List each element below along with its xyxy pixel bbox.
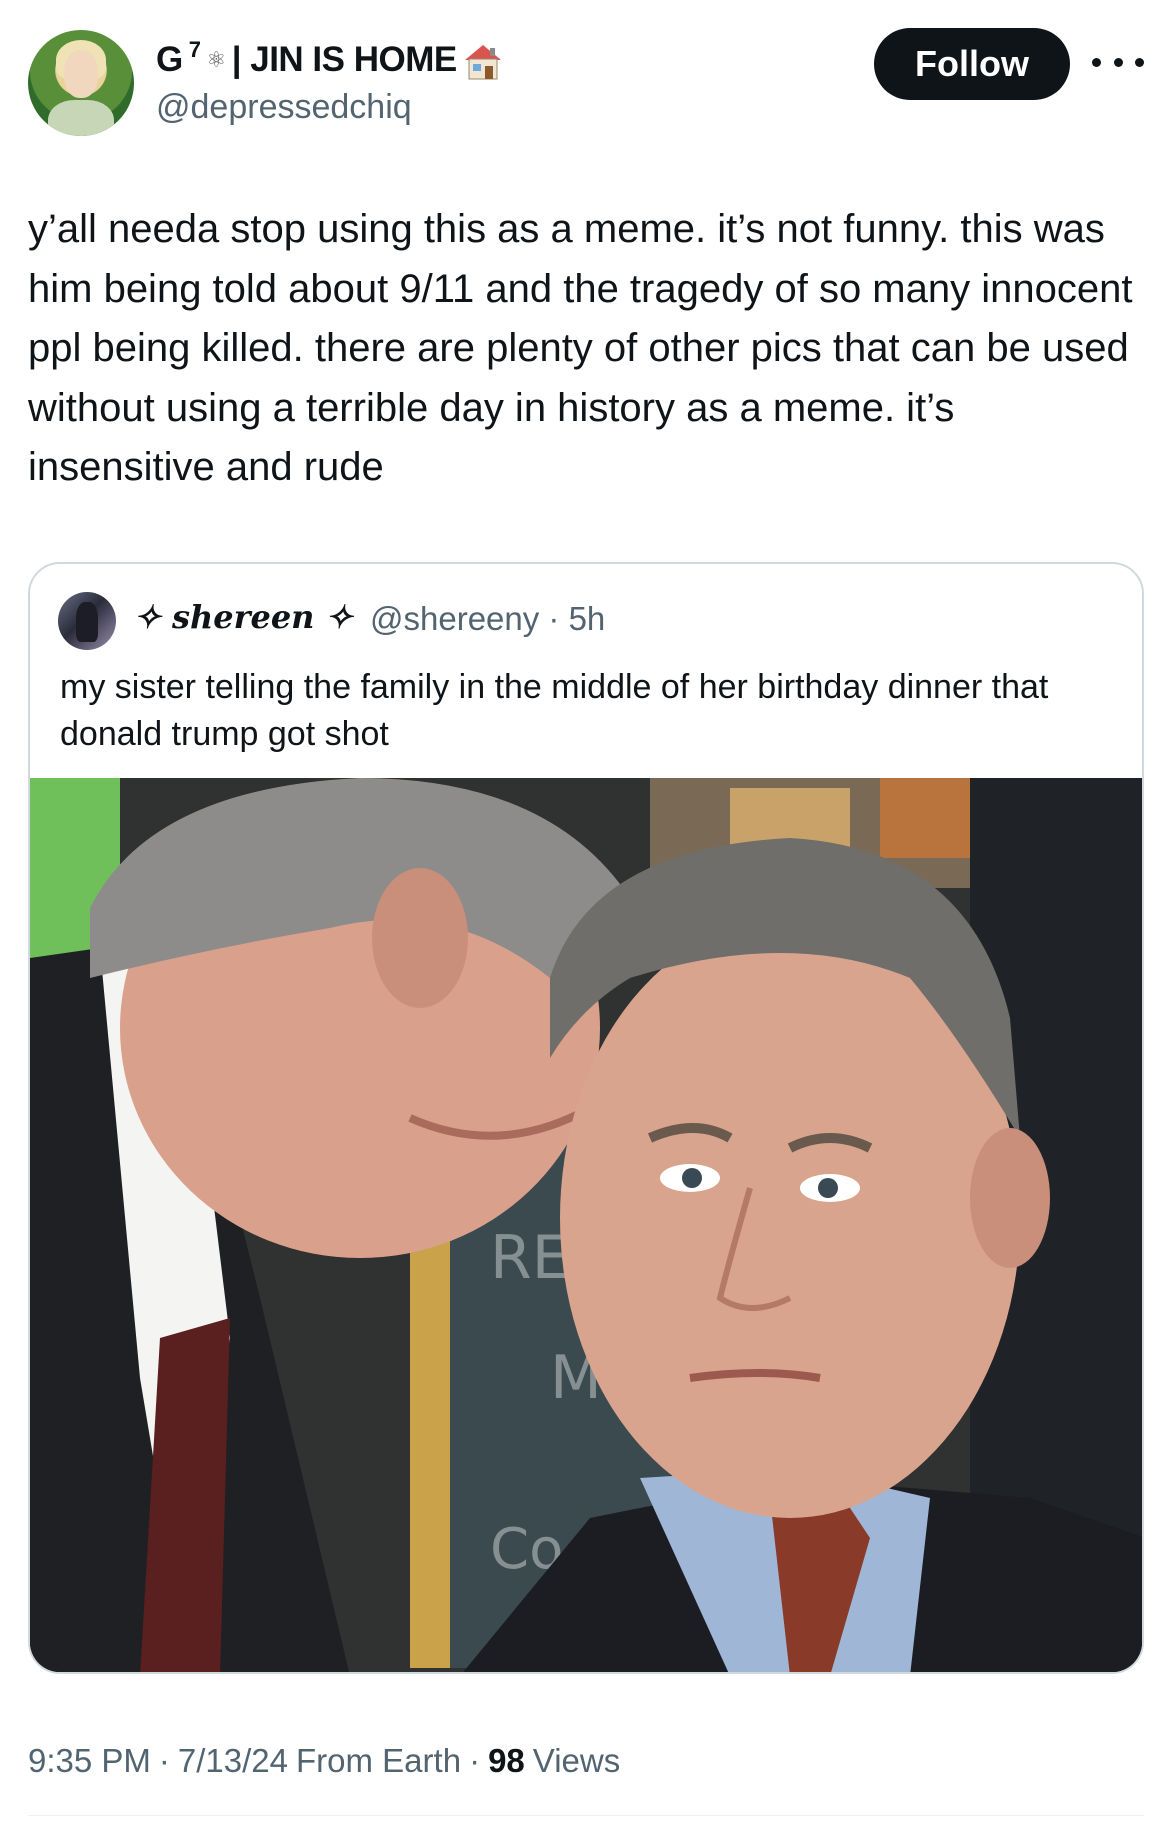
meta-separator: ·	[469, 1742, 481, 1779]
more-icon[interactable]	[1092, 44, 1144, 80]
views-label: Views	[532, 1742, 621, 1779]
tweet-source: From Earth	[296, 1742, 462, 1779]
more-dot	[1092, 57, 1101, 67]
tweet-text: y’all needa stop using this as a meme. i…	[28, 207, 1144, 489]
atom-icon: ⚛	[206, 47, 226, 72]
avatar-face	[64, 50, 98, 98]
quoted-tweet-text: my sister telling the family in the midd…	[60, 668, 1049, 753]
tweet-header: G 7 ⚛ | JIN IS HOME @depressedchiq Follo…	[0, 0, 1170, 150]
quoted-author-handle-time[interactable]: @shereeny · 5h	[370, 600, 605, 638]
author-superscript: 7	[188, 37, 201, 62]
author-avatar[interactable]	[28, 30, 134, 136]
more-dot	[1135, 57, 1144, 67]
quoted-author-avatar[interactable]	[58, 592, 116, 650]
house-icon	[463, 42, 503, 82]
author-display-name[interactable]: G 7 ⚛ | JIN IS HOME	[156, 37, 503, 82]
author-name: G	[156, 40, 183, 79]
quoted-tweet[interactable]: ✧ shereen ✧ @shereeny · 5h my sister tel…	[28, 562, 1144, 1674]
board-text-1: RE	[490, 1223, 570, 1293]
author-handle[interactable]: @depressedchiq	[156, 88, 412, 127]
follow-button[interactable]: Follow	[874, 28, 1070, 100]
tweet-date[interactable]: 7/13/24	[178, 1742, 288, 1780]
more-dot	[1113, 57, 1123, 67]
quoted-tweet-image[interactable]: RE M Co	[30, 778, 1142, 1672]
bottom-divider	[28, 1815, 1144, 1816]
author-name-suffix: | JIN IS HOME	[231, 40, 458, 79]
tweet-time[interactable]: 9:35 PM	[28, 1742, 151, 1780]
tweet-meta: 9:35 PM · 7/13/24 From Earth · 98 Views	[28, 1742, 620, 1780]
views-count[interactable]: 98	[488, 1742, 525, 1780]
avatar-body	[48, 100, 114, 136]
meta-separator: ·	[158, 1742, 170, 1779]
quoted-author-name[interactable]: ✧ shereen ✧	[134, 598, 352, 636]
